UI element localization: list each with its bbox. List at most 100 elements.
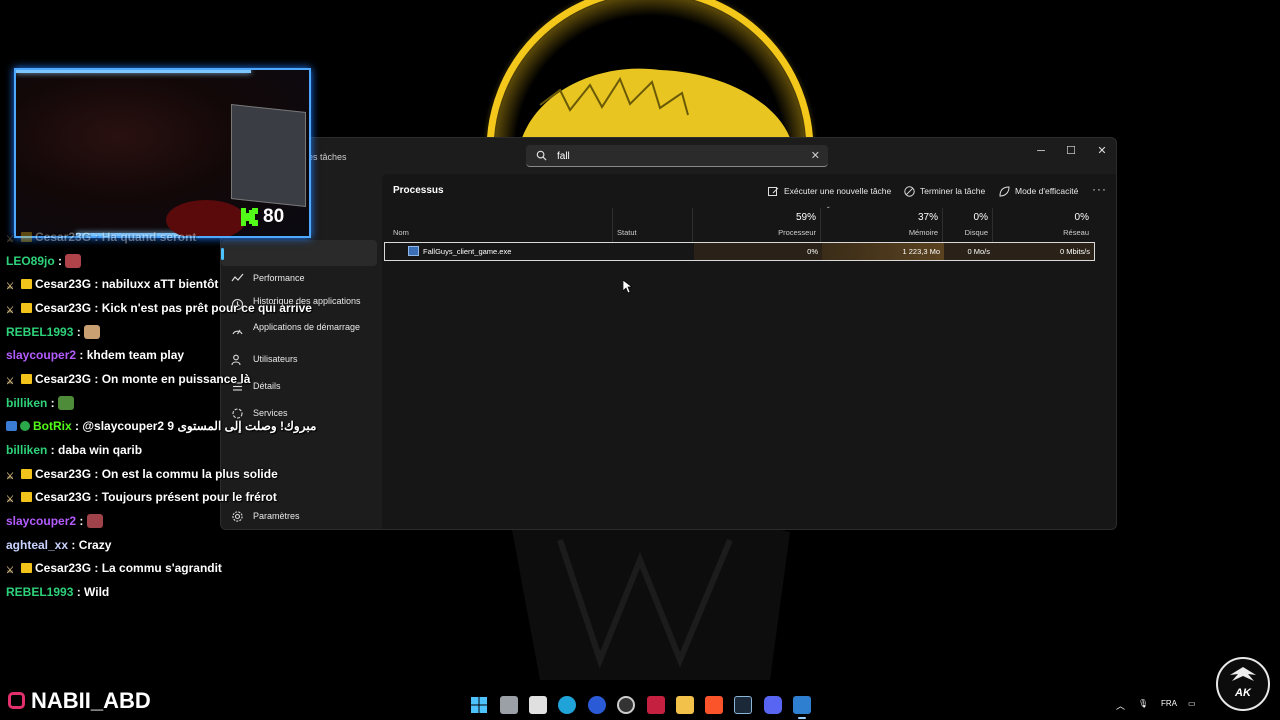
emote-icon [84, 325, 101, 339]
process-disk: 0 Mo/s [944, 243, 994, 260]
more-options-button[interactable]: ··· [1092, 182, 1107, 196]
windows-start-icon[interactable] [470, 696, 488, 714]
chat-username[interactable]: Cesar23G [35, 277, 91, 291]
brave-icon[interactable] [705, 696, 723, 714]
nav-label: Services [253, 408, 288, 418]
run-new-task-button[interactable]: Exécuter une nouvelle tâche [768, 183, 891, 199]
discord-icon[interactable] [764, 696, 782, 714]
window-title: es tâches [308, 152, 347, 162]
chat-username[interactable]: billiken [6, 396, 47, 410]
chat-text: On est la commu la plus solide [101, 467, 278, 481]
chat-username[interactable]: Cesar23G [35, 301, 91, 315]
crown-badge-icon [21, 232, 32, 242]
end-task-button[interactable]: Terminer la tâche [904, 183, 985, 199]
efficiency-mode-button[interactable]: Mode d'efficacité [999, 183, 1078, 199]
chat-username[interactable]: aghteal_xx [6, 538, 68, 552]
chat-message: REBEL1993 : [6, 325, 101, 343]
nav-item-processes[interactable] [221, 240, 377, 266]
chevron-up-icon[interactable]: ︿ [1116, 699, 1125, 712]
viewer-count: 80 [263, 206, 285, 227]
crown-badge-icon [21, 279, 32, 289]
column-label: Réseau [1063, 228, 1089, 237]
webcam-monitor [231, 104, 306, 207]
chat-username[interactable]: Cesar23G [35, 561, 91, 575]
process-row[interactable]: FallGuys_client_game.exe 0% 1 223,3 Mo 0… [384, 242, 1095, 261]
crown-badge-icon [21, 374, 32, 384]
search-icon [536, 150, 547, 161]
chat-username[interactable]: Cesar23G [35, 490, 91, 504]
users-icon [231, 354, 241, 366]
chat-separator: : [91, 230, 102, 244]
run-task-icon [768, 186, 779, 196]
clear-search-icon[interactable]: ✕ [811, 149, 820, 162]
chat-username[interactable]: billiken [6, 443, 47, 457]
column-percent: 0% [1074, 212, 1089, 223]
chat-message: ⚔ Cesar23G : Ha quand seront [6, 230, 196, 248]
column-name[interactable]: Nom [382, 208, 613, 242]
chat-message: slaycouper2 : [6, 514, 103, 532]
chat-message: billiken : daba win qarib [6, 443, 142, 461]
chat-text: daba win qarib [58, 443, 143, 457]
column-memory[interactable]: ˇ 37% Mémoire [821, 206, 943, 242]
nav-label: Utilisateurs [253, 354, 298, 364]
search-input[interactable]: fall [557, 151, 570, 162]
verified-badge-icon [20, 421, 30, 431]
maximize-button[interactable]: ☐ [1056, 141, 1086, 161]
chat-separator: : [76, 514, 87, 528]
store-icon[interactable] [529, 696, 547, 714]
language-indicator[interactable]: FRA [1161, 699, 1177, 708]
column-disk[interactable]: 0% Disque [943, 208, 993, 242]
network-icon[interactable]: ▭ [1188, 699, 1196, 708]
sword-badge-icon: ⚔ [6, 281, 15, 291]
processes-panel: Processus Exécuter une nouvelle tâche Te… [382, 174, 1116, 529]
chat-separator: : [71, 419, 83, 433]
browser-icon[interactable] [588, 696, 606, 714]
nav-item-users[interactable]: Utilisateurs [221, 347, 377, 373]
chat-username[interactable]: REBEL1993 [6, 325, 73, 339]
chat-text: @slaycouper2 9 مبروك! وصلت إلى المستوى [82, 419, 317, 433]
nav-item-performance[interactable]: Performance [221, 266, 377, 292]
chat-separator: : [47, 443, 59, 457]
minimize-button[interactable]: ─ [1026, 141, 1056, 161]
chat-text: Wild [84, 585, 110, 599]
chat-username[interactable]: Cesar23G [35, 230, 91, 244]
affinity-icon[interactable] [647, 696, 665, 714]
column-label: Mémoire [908, 228, 938, 237]
column-label: Disque [964, 228, 988, 237]
chat-username[interactable]: slaycouper2 [6, 348, 76, 362]
chat-username[interactable]: Cesar23G [35, 467, 91, 481]
chat-username[interactable]: Cesar23G [35, 372, 91, 386]
column-label: Statut [617, 228, 637, 237]
end-task-icon [904, 186, 915, 197]
search-box[interactable]: fall ✕ [526, 145, 828, 167]
neon-border-top [16, 70, 251, 73]
chat-username[interactable]: BotRix [33, 419, 72, 433]
chat-username[interactable]: REBEL1993 [6, 585, 73, 599]
steam-icon[interactable] [734, 696, 752, 714]
chat-message: BotRix : @slaycouper2 9 مبروك! وصلت إلى … [6, 419, 316, 437]
edge-icon[interactable] [558, 696, 576, 714]
column-cpu[interactable]: 59% Processeur [693, 208, 821, 242]
sword-badge-icon: ⚔ [6, 234, 15, 244]
leaf-icon [999, 186, 1010, 197]
folder-icon[interactable] [676, 696, 694, 714]
microphone-icon[interactable]: 🎙 [1138, 699, 1148, 708]
chat-separator: : [91, 467, 102, 481]
gear-icon [232, 511, 243, 522]
obs-icon[interactable] [617, 696, 635, 714]
column-status[interactable]: Statut [613, 208, 693, 242]
bot-badge-icon [6, 421, 17, 431]
chat-separator: : [54, 254, 66, 268]
task-manager-icon[interactable] [793, 696, 811, 719]
file-explorer-icon[interactable] [500, 696, 518, 714]
chat-separator: : [91, 277, 102, 291]
eagle-icon [1230, 667, 1256, 681]
column-percent: 0% [973, 212, 988, 223]
close-button[interactable]: ✕ [1087, 141, 1116, 161]
chat-username[interactable]: LEO89jo [6, 254, 55, 268]
column-network[interactable]: 0% Réseau [993, 208, 1093, 242]
chat-separator: : [73, 585, 85, 599]
chat-username[interactable]: slaycouper2 [6, 514, 76, 528]
run-new-task-label: Exécuter une nouvelle tâche [784, 186, 892, 196]
chat-message: ⚔ Cesar23G : On monte en puissance là [6, 372, 250, 390]
